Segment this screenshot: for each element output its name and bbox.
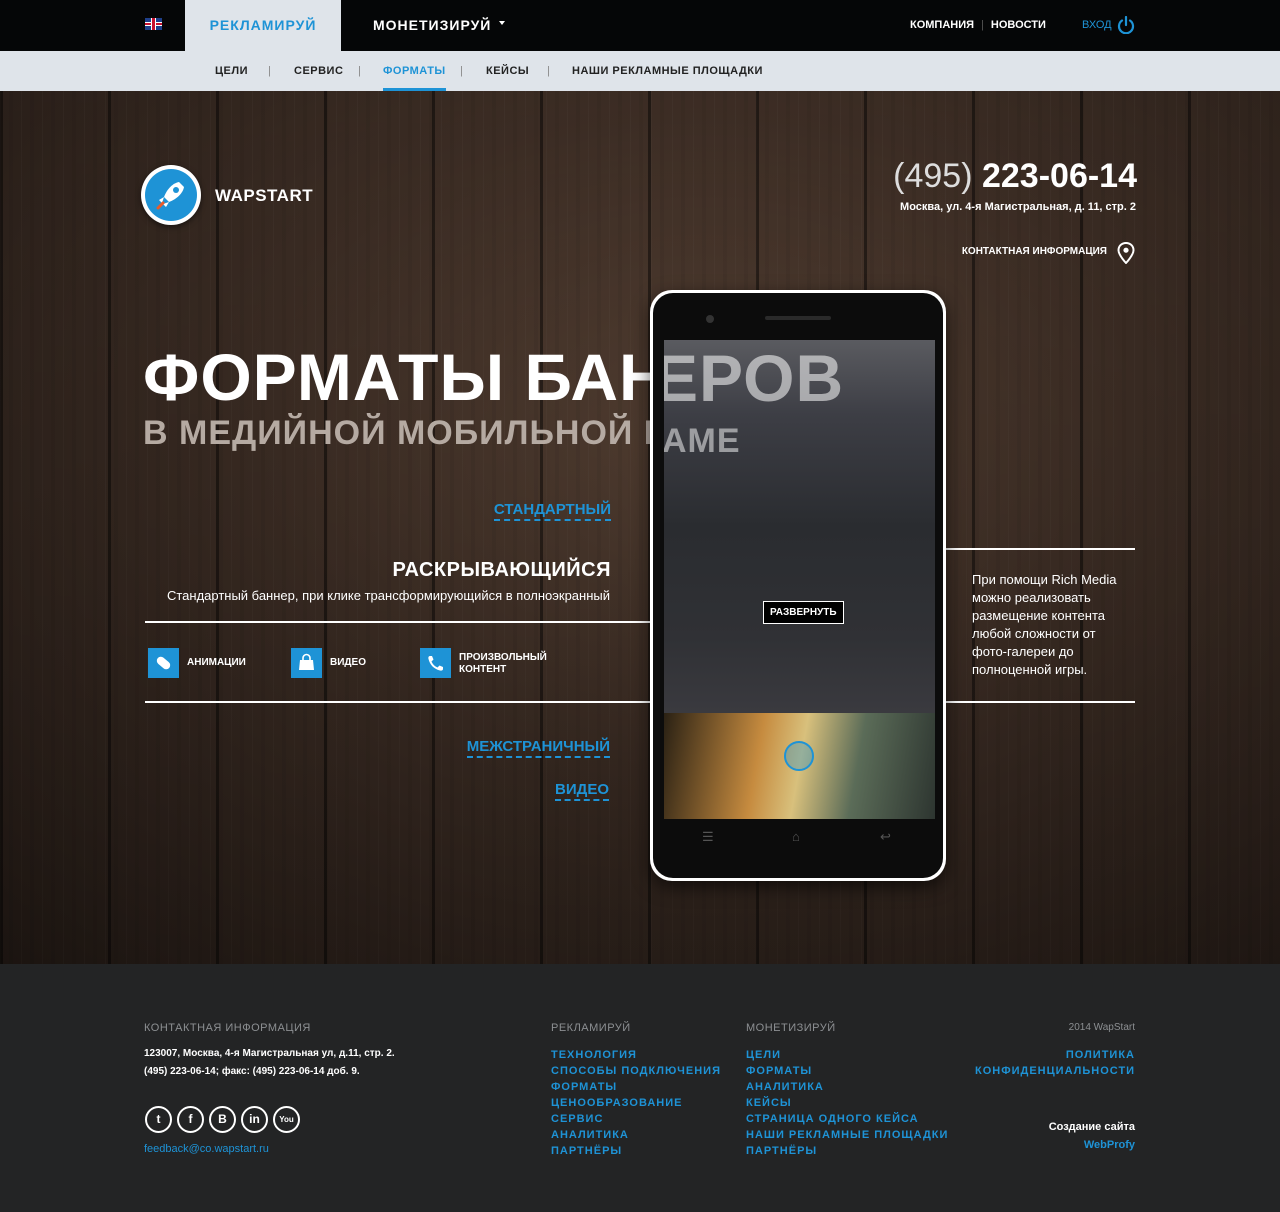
banner-image[interactable]	[664, 713, 935, 819]
top-bar: РЕКЛАМИРУЙ МОНЕТИЗИРУЙ КОМПАНИЯ | НОВОСТИ …	[0, 0, 1280, 51]
footer-link[interactable]: ФОРМАТЫ	[551, 1079, 721, 1095]
sub-nav: ЦЕЛИ | СЕРВИС | ФОРМАТЫ | КЕЙСЫ | НАШИ Р…	[0, 51, 1280, 91]
divider: |	[460, 65, 463, 77]
footer-link[interactable]: ЦЕЛИ	[746, 1047, 948, 1063]
footer-contact-heading: КОНТАКТНАЯ ИНФОРМАЦИЯ	[144, 1022, 311, 1034]
subnav-item-service[interactable]: СЕРВИС	[294, 51, 343, 91]
feature-label: ПРОИЗВОЛЬНЫЙ КОНТЕНТ	[459, 652, 547, 676]
address: Москва, ул. 4-я Магистральная, д. 11, ст…	[900, 201, 1136, 213]
footer-link[interactable]: СЕРВИС	[551, 1111, 721, 1127]
back-icon: ↩	[880, 829, 891, 844]
format-interstitial-link[interactable]: МЕЖСТРАНИЧНЫЙ	[466, 738, 610, 758]
footer-phones: (495) 223-06-14; факс: (495) 223-06-14 д…	[144, 1066, 360, 1077]
tab-monetize[interactable]: МОНЕТИЗИРУЙ	[373, 0, 506, 51]
footer-address: 123007, Москва, 4-я Магистральная ул, д.…	[144, 1048, 395, 1059]
tab-monetize-label: МОНЕТИЗИРУЙ	[373, 17, 492, 33]
expand-button[interactable]: РАЗВЕРНУТЬ	[763, 601, 844, 624]
footer-link[interactable]: СПОСОБЫ ПОДКЛЮЧЕНИЯ	[551, 1063, 721, 1079]
home-icon: ⌂	[792, 829, 800, 844]
logo-text[interactable]: WAPSTART	[215, 186, 313, 206]
screen-title: ЕРОВ	[664, 341, 845, 415]
tab-advertise[interactable]: РЕКЛАМИРУЙ	[185, 0, 341, 51]
footer-link[interactable]: КЕЙСЫ	[746, 1095, 948, 1111]
footer-link[interactable]: ЦЕНООБРАЗОВАНИЕ	[551, 1095, 721, 1111]
phone-mockup: ЕРОВ АМЕ РАЗВЕРНУТЬ ☰ ⌂ ↩	[650, 290, 946, 881]
divider: |	[358, 65, 361, 77]
twitter-icon[interactable]: t	[145, 1106, 172, 1133]
camera-icon	[706, 315, 714, 323]
company-link[interactable]: КОМПАНИЯ	[910, 19, 974, 31]
screen-subtitle: АМЕ	[664, 422, 741, 460]
feature-label-line: ПРОИЗВОЛЬНЫЙ	[459, 652, 547, 663]
format-expanding-title: РАСКРЫВАЮЩИЙСЯ	[392, 559, 611, 581]
tap-hand-icon	[784, 741, 814, 771]
footer-monetize-links: ЦЕЛИ ФОРМАТЫ АНАЛИТИКА КЕЙСЫ СТРАНИЦА ОД…	[746, 1047, 948, 1159]
uk-flag-icon[interactable]	[145, 18, 162, 30]
expanded-banner-preview: ЕРОВ АМЕ РАЗВЕРНУТЬ	[664, 340, 935, 713]
page-subtitle: В МЕДИЙНОЙ МОБИЛЬНОЙ РЕКЛ	[143, 414, 738, 452]
footer-link[interactable]: ПАРТНЁРЫ	[551, 1143, 721, 1159]
news-link[interactable]: НОВОСТИ	[991, 19, 1046, 31]
subnav-item-goals[interactable]: ЦЕЛИ	[215, 51, 248, 91]
footer-link[interactable]: ПАРТНЁРЫ	[746, 1143, 948, 1159]
rich-media-description: При помощи Rich Media можно реализовать …	[972, 572, 1117, 677]
format-video-link[interactable]: ВИДЕО	[555, 781, 609, 801]
divider	[145, 621, 655, 623]
footer-email[interactable]: feedback@co.wapstart.ru	[144, 1143, 269, 1155]
subnav-item-formats[interactable]: ФОРМАТЫ	[383, 51, 446, 91]
privacy-policy-link[interactable]: ПОЛИТИКА КОНФИДЕНЦИАЛЬНОСТИ	[975, 1047, 1135, 1079]
developer-link[interactable]: WebProfy	[1084, 1139, 1135, 1151]
made-by-label: Создание сайта	[1048, 1121, 1135, 1133]
vk-icon[interactable]: В	[209, 1106, 236, 1133]
feature-label: АНИМАЦИИ	[187, 657, 246, 668]
page-title: ФОРМАТЫ БАНН	[143, 340, 717, 414]
bag-icon	[291, 648, 322, 678]
top-links: КОМПАНИЯ | НОВОСТИ	[910, 0, 1046, 51]
feature-label: ВИДЕО	[330, 657, 366, 668]
menu-icon: ☰	[702, 829, 714, 844]
phone-number: (495) 223-06-14	[893, 157, 1137, 196]
footer-monetize-heading: МОНЕТИЗИРУЙ	[746, 1022, 836, 1034]
divider: |	[547, 65, 550, 77]
login-link[interactable]: ВХОД	[1082, 0, 1112, 51]
hero-section: WAPSTART (495) 223-06-14 Москва, ул. 4-я…	[0, 91, 1280, 964]
phone-icon	[420, 648, 451, 678]
divider: |	[981, 19, 984, 31]
phone-main: 223-06-14	[981, 157, 1137, 195]
subnav-item-platforms[interactable]: НАШИ РЕКЛАМНЫЕ ПЛОЩАДКИ	[572, 51, 763, 91]
copyright: 2014 WapStart	[1068, 1022, 1135, 1033]
divider	[944, 701, 1135, 703]
youtube-icon[interactable]: You	[273, 1106, 300, 1133]
linkedin-icon[interactable]: in	[241, 1106, 268, 1133]
footer-link[interactable]: СТРАНИЦА ОДНОГО КЕЙСА	[746, 1111, 948, 1127]
format-expanding-desc: Стандартный баннер, при клике трансформи…	[166, 588, 610, 603]
phone-navbar: ☰ ⌂ ↩	[664, 819, 935, 855]
footer-link[interactable]: ТЕХНОЛОГИЯ	[551, 1047, 721, 1063]
divider: |	[268, 65, 271, 77]
contact-info-link[interactable]: КОНТАКТНАЯ ИНФОРМАЦИЯ	[962, 246, 1107, 257]
phone-screen: ЕРОВ АМЕ РАЗВЕРНУТЬ	[664, 340, 935, 819]
phone-code: (495)	[893, 157, 973, 195]
feature-label-line: КОНТЕНТ	[459, 664, 507, 675]
footer-advertise-links: ТЕХНОЛОГИЯ СПОСОБЫ ПОДКЛЮЧЕНИЯ ФОРМАТЫ Ц…	[551, 1047, 721, 1159]
chevron-down-icon	[499, 21, 506, 26]
footer-link[interactable]: ФОРМАТЫ	[746, 1063, 948, 1079]
divider	[145, 701, 655, 703]
footer-link[interactable]: АНАЛИТИКА	[551, 1127, 721, 1143]
power-icon[interactable]	[1117, 16, 1135, 34]
facebook-icon[interactable]: f	[177, 1106, 204, 1133]
logo[interactable]	[141, 165, 201, 225]
footer: КОНТАКТНАЯ ИНФОРМАЦИЯ 123007, Москва, 4-…	[0, 964, 1280, 1212]
divider	[944, 548, 1135, 550]
speaker-grille	[765, 316, 831, 320]
map-pin-icon[interactable]	[1117, 242, 1135, 264]
format-standard-link[interactable]: СТАНДАРТНЫЙ	[493, 501, 611, 521]
rocket-icon	[145, 169, 197, 221]
footer-link[interactable]: АНАЛИТИКА	[746, 1079, 948, 1095]
footer-link[interactable]: НАШИ РЕКЛАМНЫЕ ПЛОЩАДКИ	[746, 1127, 948, 1143]
pill-icon	[148, 648, 179, 678]
subnav-item-cases[interactable]: КЕЙСЫ	[486, 51, 529, 91]
footer-advertise-heading: РЕКЛАМИРУЙ	[551, 1022, 631, 1034]
